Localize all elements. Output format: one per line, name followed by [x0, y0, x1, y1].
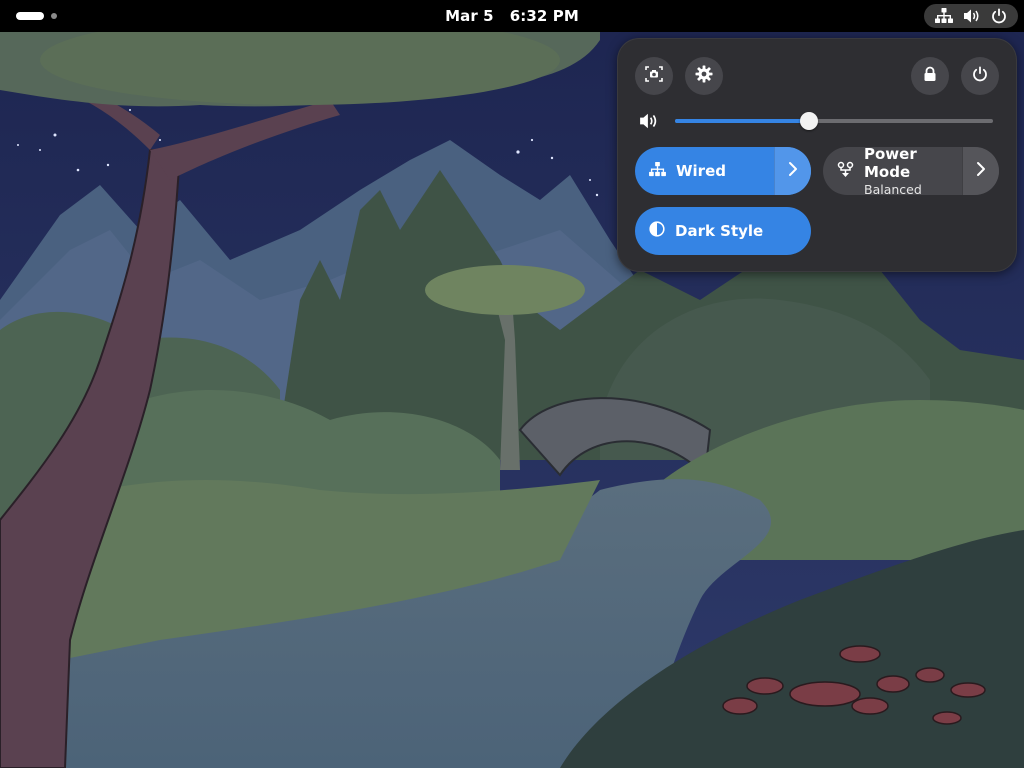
gear-icon: [695, 65, 713, 87]
workspace-indicator: [51, 13, 57, 19]
settings-button[interactable]: [685, 57, 723, 95]
dark-style-toggle-main[interactable]: Dark Style: [635, 207, 811, 255]
clock-date[interactable]: Mar 5: [445, 7, 494, 25]
chevron-right-icon: [976, 161, 986, 181]
volume-icon: [963, 8, 981, 24]
wired-toggle-label: Wired: [676, 162, 726, 180]
power-mode-toggle[interactable]: Power Mode Balanced: [823, 147, 999, 195]
power-mode-label: Power Mode: [864, 147, 917, 181]
power-off-button[interactable]: [961, 57, 999, 95]
clock-time[interactable]: 6:32 PM: [510, 7, 579, 25]
dark-style-icon: [649, 221, 665, 241]
wired-toggle-main[interactable]: Wired: [635, 147, 774, 195]
dark-style-label: Dark Style: [675, 222, 764, 240]
clock[interactable]: Mar 5 6:32 PM: [0, 0, 1024, 32]
volume-slider-fill: [675, 119, 809, 123]
activities-button[interactable]: [10, 8, 63, 24]
network-wired-icon: [649, 161, 666, 181]
system-menu-button[interactable]: [924, 4, 1018, 28]
power-profile-icon: [837, 161, 854, 182]
workspace-indicator-active: [16, 12, 44, 20]
screenshot-button[interactable]: [635, 57, 673, 95]
lock-button[interactable]: [911, 57, 949, 95]
quick-settings-panel: Wired Power Mode Balanced Dark Style: [617, 38, 1017, 272]
power-mode-menu-button[interactable]: [962, 147, 999, 195]
power-mode-text: Power Mode Balanced: [864, 147, 962, 195]
volume-icon[interactable]: [639, 111, 659, 131]
wired-toggle[interactable]: Wired: [635, 147, 811, 195]
volume-slider-handle[interactable]: [799, 112, 818, 130]
screenshot-icon: [645, 65, 663, 87]
volume-slider[interactable]: [675, 112, 993, 130]
power-mode-toggle-main[interactable]: Power Mode Balanced: [823, 147, 962, 195]
power-mode-sublabel: Balanced: [864, 182, 922, 195]
network-wired-icon: [935, 8, 953, 24]
power-icon: [991, 8, 1007, 24]
power-icon: [972, 66, 988, 86]
dark-style-toggle[interactable]: Dark Style: [635, 207, 811, 255]
chevron-right-icon: [788, 161, 798, 181]
lock-icon: [922, 66, 938, 86]
top-bar: Mar 5 6:32 PM: [0, 0, 1024, 32]
wired-menu-button[interactable]: [774, 147, 811, 195]
